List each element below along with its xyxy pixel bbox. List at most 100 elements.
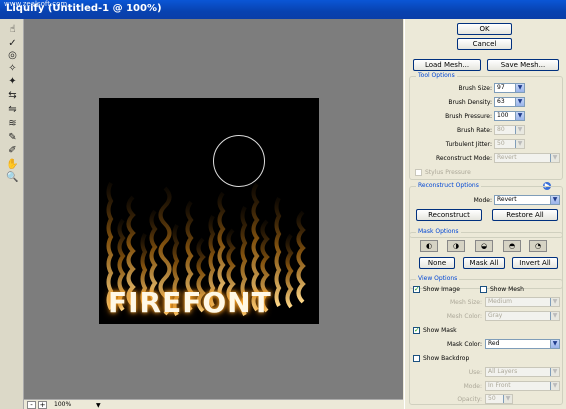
reconstruct-button[interactable]: Reconstruct (416, 209, 482, 221)
chevron-down-icon: ▼ (550, 312, 559, 320)
chevron-down-icon[interactable]: ▼ (515, 98, 524, 106)
mask-none-button[interactable]: None (419, 257, 455, 269)
twirl-tool-icon[interactable]: ◎ (6, 49, 19, 62)
brush-size-value: 97 (497, 84, 505, 91)
view-options-group: View Options ✓ Show Image Show Mesh Mesh… (409, 275, 563, 405)
brush-cursor (213, 135, 265, 187)
reconstruct-mode-select: Revert ▼ (494, 153, 560, 163)
brush-pressure-label: Brush Pressure: (445, 113, 492, 120)
thaw-mask-tool-icon[interactable]: ✐ (6, 144, 19, 157)
liquify-window: www.zealsoft.com Liquify (Untitled-1 @ 1… (0, 0, 566, 409)
zoom-in-button[interactable]: + (38, 401, 47, 409)
flame-stroke (217, 191, 226, 303)
mirror-tool-icon[interactable]: ⇋ (6, 103, 19, 116)
mesh-color-value: Gray (488, 312, 503, 319)
tool-options-legend: Tool Options (416, 72, 457, 79)
chevron-down-icon[interactable]: ▼ (550, 340, 559, 348)
title-bar[interactable]: www.zealsoft.com Liquify (Untitled-1 @ 1… (0, 0, 566, 19)
backdrop-opacity-field: 50 ▼ (485, 394, 513, 404)
cancel-button[interactable]: Cancel (457, 38, 512, 50)
tool-options-group: Tool Options Brush Size: 97 ▼ Brush Densi… (409, 72, 563, 180)
brush-rate-field: 80 ▼ (494, 125, 525, 135)
backdrop-opacity-value: 50 (488, 395, 496, 402)
reconstruct-mode-label-2: Mode: (473, 197, 492, 204)
brush-density-value: 63 (497, 98, 505, 105)
freeze-mask-tool-icon[interactable]: ✎ (6, 131, 19, 144)
turbulent-jitter-value: 50 (497, 140, 505, 147)
turbulent-jitter-label: Turbulent Jitter: (445, 141, 492, 148)
brush-size-field[interactable]: 97 ▼ (494, 83, 525, 93)
reconstruct-mode-select-2[interactable]: Revert ▼ (494, 195, 560, 205)
backdrop-mode-value: In Front (488, 382, 511, 389)
mesh-color-label: Mesh Color: (446, 313, 482, 320)
show-image-checkbox[interactable]: ✓ (413, 286, 420, 293)
tools-panel: ☝ ✓ ◎ ✧ ✦ ⇆ ⇋ ≋ ✎ ✐ ✋ 🔍 (0, 19, 24, 409)
preview-canvas[interactable]: FIREFONT (24, 19, 403, 399)
brush-size-label: Brush Size: (458, 85, 492, 92)
mask-subtract-icon[interactable]: ◒ (475, 240, 493, 252)
backdrop-mode-select: In Front ▼ (485, 381, 560, 391)
forward-warp-tool-icon[interactable]: ☝ (6, 23, 19, 36)
flame-stroke (285, 233, 294, 309)
view-options-legend: View Options (416, 275, 460, 282)
show-backdrop-checkbox[interactable] (413, 355, 420, 362)
mask-invert-icon[interactable]: ◔ (529, 240, 547, 252)
mesh-color-select: Gray ▼ (485, 311, 560, 321)
mask-color-select[interactable]: Red ▼ (485, 339, 560, 349)
show-mask-label: Show Mask (423, 327, 457, 334)
chevron-down-icon: ▼ (550, 154, 559, 162)
turbulence-tool-icon[interactable]: ≋ (6, 117, 19, 130)
load-mesh-button[interactable]: Load Mesh... (413, 59, 481, 71)
image-artboard[interactable]: FIREFONT (99, 98, 319, 324)
backdrop-mode-label: Mode: (463, 383, 482, 390)
backdrop-use-select: All Layers ▼ (485, 367, 560, 377)
mesh-size-select: Medium ▼ (485, 297, 560, 307)
mask-add-icon[interactable]: ◑ (447, 240, 465, 252)
bloat-tool-icon[interactable]: ✦ (6, 75, 19, 88)
pucker-tool-icon[interactable]: ✧ (6, 62, 19, 75)
show-image-label: Show Image (423, 286, 460, 293)
options-panel: OK Cancel Load Mesh... Save Mesh... Tool… (404, 19, 566, 409)
brush-rate-label: Brush Rate: (456, 127, 492, 134)
turbulent-jitter-field: 50 ▼ (494, 139, 525, 149)
invert-all-button[interactable]: Invert All (512, 257, 558, 269)
backdrop-opacity-label: Opacity: (457, 396, 482, 403)
mask-color-label: Mask Color: (447, 341, 482, 348)
chevron-down-icon: ▼ (515, 126, 524, 134)
reconstruct-mode-label: Reconstruct Mode: (435, 155, 492, 162)
show-mask-checkbox[interactable]: ✓ (413, 327, 420, 334)
mask-replace-icon[interactable]: ◐ (420, 240, 438, 252)
flame-stroke (296, 210, 306, 304)
zoom-level[interactable]: 100% (54, 401, 71, 408)
stylus-pressure-label: Stylus Pressure (425, 169, 471, 176)
show-mesh-checkbox[interactable] (480, 286, 487, 293)
mesh-size-label: Mesh Size: (449, 299, 482, 306)
chevron-down-icon[interactable]: ▼ (515, 112, 524, 120)
mask-all-button[interactable]: Mask All (463, 257, 505, 269)
show-mesh-label: Show Mesh (490, 286, 524, 293)
save-mesh-button[interactable]: Save Mesh... (487, 59, 559, 71)
stylus-pressure-checkbox (415, 169, 422, 176)
reconstruct-options-legend: Reconstruct Options (416, 182, 481, 189)
mask-options-legend: Mask Options (416, 228, 461, 235)
hand-tool-icon[interactable]: ✋ (6, 158, 19, 171)
chevron-down-icon[interactable]: ▼ (550, 196, 559, 204)
mesh-size-value: Medium (488, 298, 512, 305)
mask-intersect-icon[interactable]: ◓ (503, 240, 521, 252)
backdrop-use-value: All Layers (488, 368, 518, 375)
zoom-tool-icon[interactable]: 🔍 (6, 171, 19, 184)
flame-stroke (274, 197, 282, 307)
chevron-down-icon[interactable]: ▼ (515, 84, 524, 92)
push-left-tool-icon[interactable]: ⇆ (6, 89, 19, 102)
brush-pressure-field[interactable]: 100 ▼ (494, 111, 525, 121)
ok-button[interactable]: OK (457, 23, 512, 35)
brush-pressure-value: 100 (497, 112, 509, 119)
chevron-down-icon[interactable]: ▼ (96, 402, 101, 409)
backdrop-use-label: Use: (468, 369, 482, 376)
zoom-out-button[interactable]: - (27, 401, 36, 409)
chevron-down-icon: ▼ (550, 298, 559, 306)
brush-density-field[interactable]: 63 ▼ (494, 97, 525, 107)
show-backdrop-label: Show Backdrop (423, 355, 470, 362)
restore-all-button[interactable]: Restore All (492, 209, 558, 221)
chevron-down-icon: ▼ (503, 395, 512, 403)
